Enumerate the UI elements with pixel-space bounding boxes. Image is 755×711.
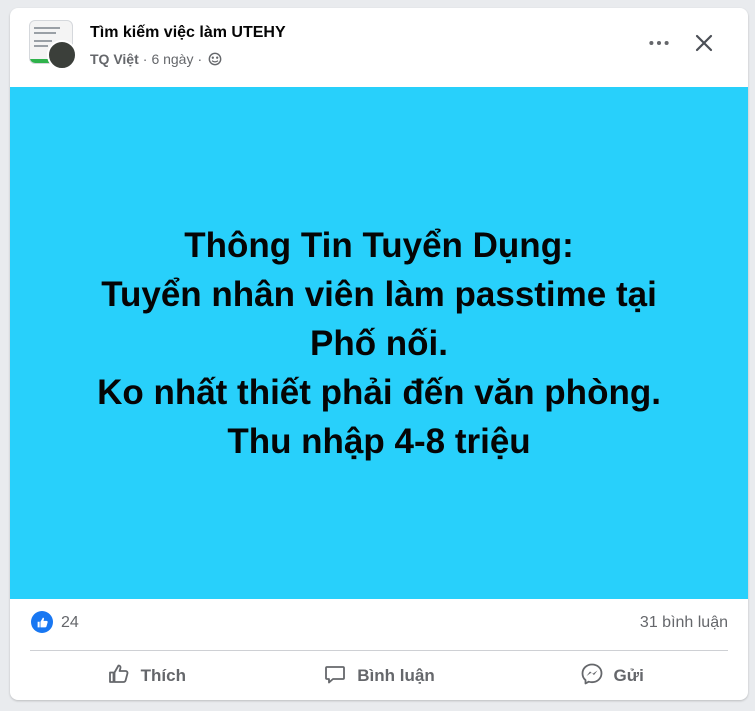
- post-line: Phố nối.: [309, 323, 449, 363]
- comment-button-label: Bình luận: [357, 666, 435, 685]
- post-background: Thông Tin Tuyển Dụng: Tuyển nhân viên là…: [10, 87, 748, 599]
- author-avatar[interactable]: [47, 40, 77, 70]
- post-text: Thông Tin Tuyển Dụng: Tuyển nhân viên là…: [29, 221, 729, 466]
- group-name-link[interactable]: Tìm kiếm việc làm UTEHY: [90, 24, 286, 42]
- comment-button[interactable]: Bình luận: [263, 655, 496, 697]
- author-name-link[interactable]: TQ Việt: [90, 51, 139, 67]
- globe-icon: [208, 52, 222, 66]
- close-icon[interactable]: [691, 30, 717, 56]
- meta-separator: ·: [142, 51, 148, 67]
- like-count[interactable]: 24: [61, 614, 79, 632]
- send-button[interactable]: Gửi: [495, 655, 728, 697]
- post-line: Thu nhập 4-8 triệu: [227, 421, 531, 461]
- meta-separator: ·: [197, 51, 203, 67]
- group-avatar[interactable]: [29, 20, 77, 70]
- post-line: Tuyển nhân viên làm passtime tại: [101, 274, 657, 314]
- comment-bubble-icon: [323, 662, 347, 691]
- divider: [30, 650, 728, 651]
- thumbs-up-outline-icon: [107, 662, 131, 691]
- like-button-label: Thích: [140, 666, 186, 685]
- comment-count[interactable]: 31 bình luận: [640, 614, 728, 632]
- reactions-bar: 24 31 bình luận: [10, 599, 748, 643]
- post-header: Tìm kiếm việc làm UTEHY TQ Việt · 6 ngày…: [10, 8, 748, 86]
- thumbs-up-icon[interactable]: [31, 611, 53, 633]
- post-card: Tìm kiếm việc làm UTEHY TQ Việt · 6 ngày…: [10, 8, 748, 700]
- send-button-label: Gửi: [613, 666, 644, 685]
- post-line: Thông Tin Tuyển Dụng:: [184, 225, 574, 265]
- messenger-icon: [580, 662, 604, 691]
- post-time[interactable]: 6 ngày: [151, 51, 193, 67]
- more-icon[interactable]: [646, 30, 672, 56]
- action-bar: Thích Bình luận Gửi: [30, 655, 728, 697]
- like-button[interactable]: Thích: [30, 655, 263, 697]
- post-meta: TQ Việt · 6 ngày ·: [90, 51, 222, 67]
- post-line: Ko nhất thiết phải đến văn phòng.: [97, 372, 661, 412]
